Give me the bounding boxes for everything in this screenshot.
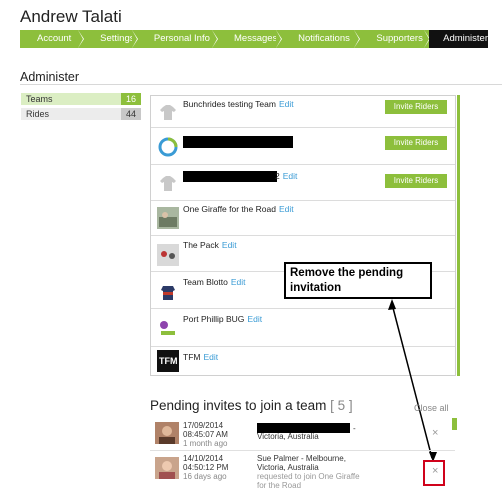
team-name-text: Port Phillip BUG: [183, 314, 245, 324]
edit-link[interactable]: Edit: [203, 352, 218, 362]
tab-messages[interactable]: Messages: [217, 30, 283, 48]
settings-nav: Account Settings Personal Info Messages …: [20, 30, 488, 48]
edit-link[interactable]: Edit: [283, 171, 298, 181]
invite-line1: Sue Palmer - Melbourne,: [257, 454, 346, 463]
invite-ago: 16 days ago: [183, 472, 227, 481]
invite-ago: 1 month ago: [183, 439, 228, 448]
tab-administer[interactable]: Administer: [429, 30, 488, 48]
team-logo-icon: [158, 137, 178, 157]
edit-link[interactable]: Edit: [279, 204, 294, 214]
invite-riders-button[interactable]: Invite Riders: [385, 136, 447, 150]
team-name-text: TFM: [183, 352, 201, 362]
team-name: The Pack Edit: [183, 240, 237, 250]
pending-title-text: Pending invites to join a team: [150, 398, 327, 413]
pending-invites-title: Pending invites to join a team [ 5 ]: [150, 398, 353, 413]
highlight-box: [423, 460, 445, 486]
edit-link[interactable]: Edit: [222, 240, 237, 250]
team-name-text: The Pack: [183, 240, 219, 250]
invite-details: Sue Palmer - Melbourne, Victoria, Austra…: [257, 454, 367, 490]
invite-location: Victoria, Australia: [257, 432, 319, 441]
close-icon[interactable]: ×: [432, 427, 438, 439]
edit-link[interactable]: Edit: [231, 277, 246, 287]
invite-row: 14/10/2014 04:50:12 PM 16 days ago Sue P…: [150, 451, 455, 493]
sidebar-item-rides[interactable]: Rides 44: [21, 108, 141, 120]
invite-row: 17/09/2014 08:45:07 AM 1 month ago - Vic…: [150, 418, 455, 451]
team-name: Bunchrides testing Team Edit: [183, 99, 294, 109]
team-name: 2 Edit: [275, 171, 297, 181]
svg-text:TFM: TFM: [159, 356, 178, 366]
teams-count-badge: 16: [121, 93, 141, 105]
jersey-icon: [160, 105, 176, 120]
team-name-text: Bunchrides testing Team: [183, 99, 276, 109]
section-title: Administer: [20, 70, 80, 84]
tab-personal-info[interactable]: Personal Info: [137, 30, 219, 48]
redacted-name: [183, 136, 293, 148]
close-all-link[interactable]: Close all: [414, 403, 449, 413]
sidebar-item-label: Rides: [26, 109, 50, 119]
tab-account[interactable]: Account: [20, 30, 85, 48]
team-list-scrollbar[interactable]: [457, 95, 460, 376]
team-row: Bunchrides testing Team Edit Invite Rider…: [151, 96, 455, 128]
team-name-text: Team Blotto: [183, 277, 228, 287]
sidebar-item-label: Teams: [26, 94, 53, 104]
tab-settings[interactable]: Settings: [83, 30, 138, 48]
team-photo-icon: [157, 207, 179, 229]
avatar: [155, 422, 179, 444]
sidebar-item-teams[interactable]: Teams 16: [21, 93, 141, 105]
team-row: 2 Edit Invite Riders: [151, 165, 455, 201]
jersey-icon: [160, 176, 176, 191]
rides-count-badge: 44: [121, 108, 141, 120]
invite-note: requested to join One Giraffe for the Ro…: [257, 472, 360, 490]
edit-link[interactable]: Edit: [247, 314, 262, 324]
tab-notifications[interactable]: Notifications: [281, 30, 361, 48]
invite-date-text: 17/09/2014: [183, 421, 224, 430]
team-name: One Giraffe for the Road Edit: [183, 204, 294, 214]
invite-date-text: 14/10/2014: [183, 454, 224, 463]
team-name: Port Phillip BUG Edit: [183, 314, 262, 324]
team-list: Bunchrides testing Team Edit Invite Rider…: [150, 95, 456, 376]
page-title: Andrew Talati: [20, 7, 122, 26]
team-name: Team Blotto Edit: [183, 277, 246, 287]
team-photo-icon: [157, 280, 179, 302]
team-row: TFM TFM Edit: [151, 347, 455, 375]
invite-location: Victoria, Australia: [257, 463, 319, 472]
pending-count: [ 5 ]: [330, 398, 353, 413]
invite-time: 04:50:12 PM: [183, 463, 229, 472]
team-photo-icon: [157, 244, 179, 266]
invite-date: 14/10/2014 04:50:12 PM 16 days ago: [183, 454, 228, 481]
team-row: One Giraffe for the Road Edit: [151, 201, 455, 236]
invite-date: 17/09/2014 08:45:07 AM 1 month ago: [183, 421, 228, 448]
team-logo-icon: [157, 317, 179, 339]
avatar: [155, 457, 179, 479]
team-row: Invite Riders: [151, 128, 455, 165]
tab-supporters[interactable]: Supporters: [359, 30, 430, 48]
team-name-text: One Giraffe for the Road: [183, 204, 276, 214]
section-divider: [20, 84, 502, 85]
edit-link[interactable]: Edit: [279, 99, 294, 109]
invite-riders-button[interactable]: Invite Riders: [385, 100, 447, 114]
annotation-callout: Remove the pending invitation: [284, 262, 432, 299]
invite-riders-button[interactable]: Invite Riders: [385, 174, 447, 188]
team-row: Port Phillip BUG Edit: [151, 309, 455, 347]
invite-time: 08:45:07 AM: [183, 430, 228, 439]
team-name: TFM Edit: [183, 352, 218, 362]
invite-line1: -: [353, 424, 356, 433]
team-logo-icon: TFM: [157, 350, 179, 372]
redacted-name: [183, 171, 277, 182]
team-name-text: 2: [275, 171, 280, 181]
